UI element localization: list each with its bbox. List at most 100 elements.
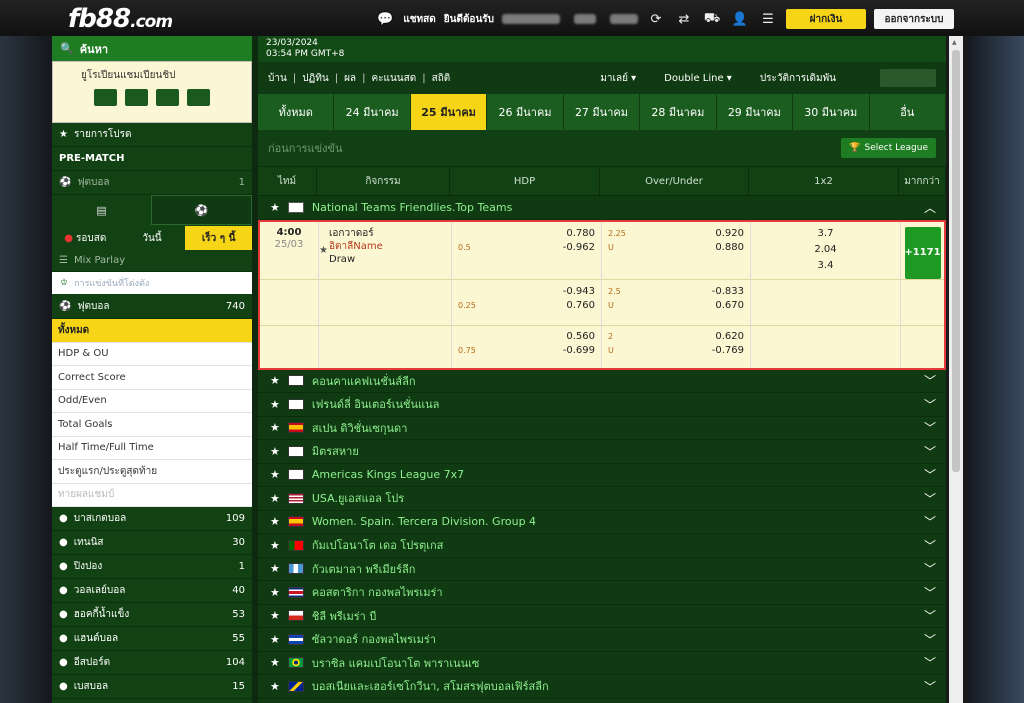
- star-icon[interactable]: ★: [270, 445, 280, 458]
- league-row[interactable]: ★ กัมเปโอนาโต เดอ โปรตุเกส ﹀: [258, 534, 946, 558]
- date-tab-other[interactable]: อื่น: [870, 94, 946, 130]
- league-row[interactable]: ★ National Teams Friendlies.Top Teams ︿: [258, 196, 946, 220]
- star-icon[interactable]: ★: [270, 586, 280, 599]
- submenu-total-goals[interactable]: Total Goals: [52, 413, 252, 437]
- bet-history-link[interactable]: ประวัติการเดิมพัน: [760, 71, 836, 86]
- chevron-down-icon[interactable]: ﹀: [924, 419, 936, 436]
- deposit-button[interactable]: ฝากเงิน: [786, 9, 866, 29]
- odds-value[interactable]: 0.760: [566, 300, 595, 311]
- scrollbar-thumb[interactable]: [952, 50, 960, 472]
- logout-button[interactable]: ออกจากระบบ: [874, 9, 954, 29]
- submenu-all[interactable]: ทั้งหมด: [52, 319, 252, 343]
- odds-value[interactable]: -0.699: [563, 345, 595, 356]
- nav-calendar[interactable]: ปฏิทิน: [302, 71, 329, 86]
- star-icon[interactable]: ★: [319, 244, 328, 257]
- date-tab-26[interactable]: 26 มีนาคม: [487, 94, 564, 130]
- league-row[interactable]: ★ สเปน ดิวิชั่นเซกุนดา ﹀: [258, 416, 946, 440]
- league-row[interactable]: ★ ชิลี พรีเมร่า บี ﹀: [258, 604, 946, 628]
- sport-tennis[interactable]: ● เทนนิส 30: [52, 531, 252, 555]
- refresh-icon[interactable]: ⟳: [646, 12, 666, 27]
- sidebar-prematch-football[interactable]: ⚽ ฟุตบอล 1: [52, 171, 252, 195]
- mix-parlay[interactable]: ☰ Mix Parlay: [52, 250, 252, 272]
- league-row[interactable]: ★ มิตรสหาย ﹀: [258, 440, 946, 464]
- view-mode-select[interactable]: Double Line ▾: [664, 73, 732, 84]
- date-tab-29[interactable]: 29 มีนาคม: [717, 94, 794, 130]
- league-row[interactable]: ★ บอสเนียและเฮอร์เซโกวีนา, สโมสรฟุตบอลเฟิ…: [258, 675, 946, 699]
- logo[interactable]: fb88.com: [68, 4, 173, 34]
- nav-stats[interactable]: สถิติ: [432, 71, 451, 86]
- sport-handball[interactable]: ● แฮนด์บอล 55: [52, 627, 252, 651]
- date-tab-24[interactable]: 24 มีนาคม: [334, 94, 411, 130]
- chevron-down-icon[interactable]: ﹀: [924, 631, 936, 648]
- view-toggle-list[interactable]: ▤: [52, 195, 151, 225]
- star-icon[interactable]: ★: [270, 468, 280, 481]
- submenu-odd-even[interactable]: Odd/Even: [52, 389, 252, 413]
- star-icon[interactable]: ★: [270, 492, 280, 505]
- odds-value[interactable]: 2.04: [751, 242, 900, 258]
- sport-esports[interactable]: ● อีสปอร์ต 104: [52, 651, 252, 675]
- promo-icon[interactable]: ⛟: [702, 11, 722, 28]
- league-row[interactable]: ★ กัวเตมาลา พรีเมียร์ลีก ﹀: [258, 557, 946, 581]
- popular-search-input[interactable]: ♔ การแข่งขันที่โด่งดัง: [52, 272, 252, 294]
- tab-today[interactable]: วันนี้: [118, 226, 186, 250]
- view-toggle-grid[interactable]: ⚽: [151, 195, 252, 225]
- submenu-correct-score[interactable]: Correct Score: [52, 366, 252, 390]
- star-icon[interactable]: ★: [270, 656, 280, 669]
- submenu-first-last-goal[interactable]: ประตูแรก/ประตูสุดท้าย: [52, 460, 252, 484]
- submenu-halftime-fulltime[interactable]: Half Time/Full Time: [52, 436, 252, 460]
- chevron-down-icon[interactable]: ﹀: [924, 584, 936, 601]
- chevron-down-icon[interactable]: ﹀: [924, 537, 936, 554]
- sport-table-tennis[interactable]: ● ปิงปอง 1: [52, 555, 252, 579]
- user-icon[interactable]: 👤: [730, 12, 750, 27]
- chat-label[interactable]: แชทสด: [403, 12, 435, 27]
- chevron-down-icon[interactable]: ﹀: [924, 396, 936, 413]
- chevron-down-icon[interactable]: ﹀: [924, 466, 936, 483]
- nav-home[interactable]: บ้าน: [268, 71, 287, 86]
- odds-value[interactable]: 0.670: [715, 300, 744, 311]
- date-tab-28[interactable]: 28 มีนาคม: [640, 94, 717, 130]
- nav-live-score[interactable]: คะแนนสด: [371, 71, 416, 86]
- chevron-down-icon[interactable]: ﹀: [924, 654, 936, 671]
- league-row[interactable]: ★ Women. Spain. Tercera Division. Group 4…: [258, 510, 946, 534]
- odds-value[interactable]: 0.920: [715, 228, 744, 239]
- nav-results[interactable]: ผล: [344, 71, 356, 86]
- tab-live[interactable]: ● รอบสด: [52, 226, 119, 250]
- odds-format-select[interactable]: มาเลย์ ▾: [600, 71, 636, 86]
- submenu-outright[interactable]: ทายผลแชมป์: [52, 483, 252, 507]
- more-markets-button[interactable]: +1171: [904, 226, 941, 279]
- odds-value[interactable]: 0.780: [566, 228, 595, 239]
- chat-icon[interactable]: 💬: [375, 12, 395, 27]
- odds-value[interactable]: -0.769: [712, 345, 744, 356]
- sport-basketball[interactable]: ● บาสเกตบอล 109: [52, 507, 252, 531]
- sport-baseball[interactable]: ● เบสบอล 15: [52, 675, 252, 699]
- odds-value[interactable]: 0.560: [566, 331, 595, 342]
- star-icon[interactable]: ★: [270, 562, 280, 575]
- league-row[interactable]: ★ คอนคาแคฟเนชั่นส์ลีก ﹀: [258, 369, 946, 393]
- chevron-down-icon[interactable]: ﹀: [924, 678, 936, 695]
- odds-value[interactable]: -0.962: [563, 242, 595, 253]
- promo-countdown[interactable]: ยูโรเปียนแชมเปียนชิป: [52, 61, 252, 123]
- star-icon[interactable]: ★: [270, 515, 280, 528]
- odds-value[interactable]: -0.943: [563, 286, 595, 297]
- date-tab-30[interactable]: 30 มีนาคม: [793, 94, 870, 130]
- date-tab-25[interactable]: 25 มีนาคม: [410, 94, 488, 130]
- star-icon[interactable]: ★: [270, 201, 280, 214]
- league-row[interactable]: ★ USA.ยูเอสแอล โปร ﹀: [258, 487, 946, 511]
- sidebar-favorites[interactable]: ★ รายการโปรด: [52, 123, 252, 147]
- star-icon[interactable]: ★: [270, 680, 280, 693]
- submenu-hdp-ou[interactable]: HDP & OU: [52, 342, 252, 366]
- star-icon[interactable]: ★: [270, 539, 280, 552]
- star-icon[interactable]: ★: [270, 421, 280, 434]
- odds-value[interactable]: 3.4: [751, 258, 900, 274]
- sidebar-search[interactable]: 🔍 ค้นหา: [52, 36, 252, 61]
- star-icon[interactable]: ★: [270, 633, 280, 646]
- select-league-button[interactable]: 🏆 Select League: [841, 138, 936, 158]
- odds-value[interactable]: 0.620: [715, 331, 744, 342]
- chevron-up-icon[interactable]: ︿: [924, 199, 936, 216]
- date-tab-all[interactable]: ทั้งหมด: [258, 94, 335, 130]
- tab-soon[interactable]: เร็ว ๆ นี้: [185, 226, 252, 250]
- league-row[interactable]: ★ ซัลวาดอร์ กองพลไพรเมร่า ﹀: [258, 628, 946, 652]
- list-icon[interactable]: ☰: [758, 12, 778, 27]
- scrollbar[interactable]: ▲: [949, 36, 963, 703]
- odds-value[interactable]: 0.880: [715, 242, 744, 253]
